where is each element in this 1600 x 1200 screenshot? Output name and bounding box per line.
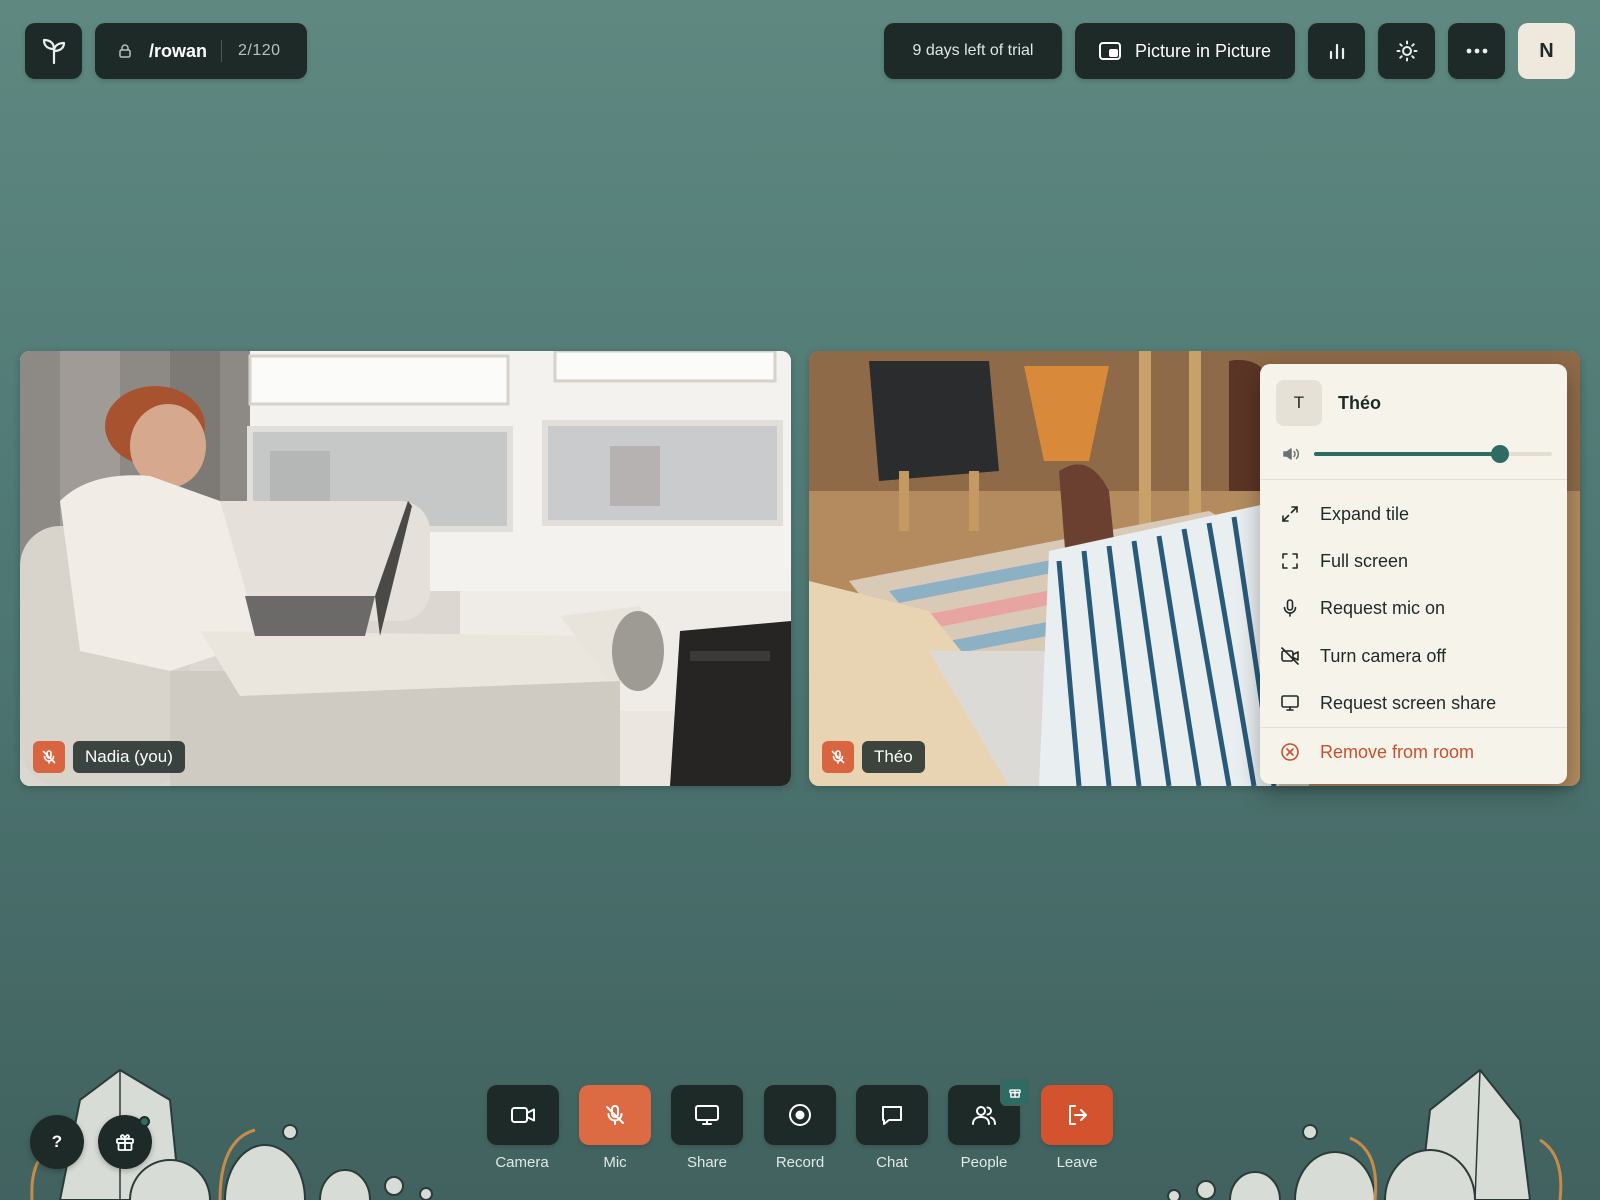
menu-divider [1260, 727, 1567, 728]
picture-in-picture-button[interactable]: Picture in Picture [1075, 23, 1295, 79]
menu-item-request-mic-on[interactable]: Request mic on [1280, 590, 1551, 626]
camera-button[interactable] [487, 1085, 559, 1145]
gift-icon [116, 1134, 134, 1151]
decorative-plants-left [30, 1068, 433, 1200]
mic-button[interactable] [579, 1085, 651, 1145]
mic-muted-badge [33, 741, 65, 773]
video-tile-self[interactable]: Nadia (you) [20, 351, 791, 786]
ellipsis-icon [1466, 48, 1487, 54]
menu-item-label: Expand tile [1320, 503, 1410, 524]
participant-name: Théo [1338, 392, 1381, 413]
exit-icon [1069, 1105, 1087, 1125]
menu-item-label: Turn camera off [1320, 645, 1447, 666]
app-logo-button[interactable] [25, 23, 82, 79]
leave-label: Leave [1056, 1154, 1098, 1171]
chat-bubble-icon [882, 1106, 902, 1125]
menu-divider [1260, 479, 1567, 480]
share-label: Share [686, 1154, 728, 1171]
menu-item-label: Request screen share [1320, 692, 1497, 713]
room-divider [221, 40, 223, 62]
people-icon [972, 1106, 996, 1125]
monitor-icon [695, 1105, 719, 1125]
theo-name-label: Théo [862, 741, 925, 773]
fullscreen-icon [1282, 553, 1298, 569]
mic-icon [1283, 599, 1297, 617]
help-button[interactable]: ? [30, 1115, 84, 1169]
decorative-plants-right [1167, 1068, 1563, 1200]
remove-circle-icon [1281, 743, 1299, 761]
people-label: People [960, 1154, 1008, 1171]
self-name-tag: Nadia (you) [33, 741, 185, 773]
gift-icon [1009, 1089, 1021, 1098]
volume-slider-fill [1314, 452, 1500, 456]
bar-chart-icon [1329, 43, 1344, 60]
record-label: Record [775, 1154, 825, 1171]
menu-item-label: Request mic on [1320, 597, 1446, 618]
menu-header: T Théo [1276, 380, 1381, 426]
more-options-button[interactable] [1448, 23, 1505, 79]
mic-off-icon [606, 1105, 624, 1125]
expand-icon [1282, 506, 1298, 522]
record-icon [789, 1104, 811, 1126]
volume-slider-thumb[interactable] [1490, 445, 1509, 463]
camera-icon [511, 1107, 535, 1123]
menu-item-label: Full screen [1320, 550, 1409, 571]
trial-badge[interactable]: 9 days left of trial [884, 23, 1062, 79]
chat-button[interactable] [856, 1085, 928, 1145]
monitor-icon [1281, 695, 1299, 711]
stats-button[interactable] [1308, 23, 1365, 79]
menu-item-turn-camera-off[interactable]: Turn camera off [1280, 638, 1551, 674]
menu-item-expand-tile[interactable]: Expand tile [1280, 496, 1551, 532]
gift-notification-dot [139, 1116, 150, 1127]
camera-label: Camera [495, 1154, 549, 1171]
picture-in-picture-icon [1098, 42, 1121, 60]
mic-off-icon [42, 750, 56, 764]
chat-label: Chat [876, 1154, 908, 1171]
participant-avatar: T [1276, 380, 1322, 426]
volume-row [1282, 444, 1552, 464]
menu-item-remove-from-room[interactable]: Remove from room [1280, 734, 1551, 770]
leave-button[interactable] [1041, 1085, 1113, 1145]
sprout-icon [42, 38, 65, 65]
share-button[interactable] [671, 1085, 743, 1145]
menu-item-label: Remove from room [1320, 741, 1475, 762]
user-avatar[interactable]: N [1518, 23, 1575, 79]
mic-muted-badge [822, 741, 854, 773]
video-feed-self [20, 351, 791, 786]
record-button[interactable] [764, 1085, 836, 1145]
speaker-icon [1283, 448, 1299, 460]
room-name: /rowan [149, 40, 208, 61]
menu-item-request-screen-share[interactable]: Request screen share [1280, 685, 1551, 721]
participant-context-menu: T Théo Expand tile Full screen Request m… [1260, 364, 1567, 784]
theo-name-tag: Théo [822, 741, 925, 773]
volume-slider[interactable] [1314, 445, 1552, 463]
mic-label: Mic [603, 1154, 627, 1171]
effects-button[interactable] [1378, 23, 1435, 79]
lock-icon [119, 44, 131, 58]
menu-item-full-screen[interactable]: Full screen [1280, 543, 1551, 579]
room-info[interactable]: /rowan 2/120 [95, 23, 307, 79]
people-gift-badge [1000, 1078, 1030, 1106]
pip-label: Picture in Picture [1134, 40, 1272, 61]
mic-off-icon [831, 750, 845, 764]
sun-icon [1396, 40, 1417, 62]
camera-off-icon [1281, 647, 1299, 665]
self-name-label: Nadia (you) [73, 741, 185, 773]
participant-count: 2/120 [238, 42, 281, 59]
